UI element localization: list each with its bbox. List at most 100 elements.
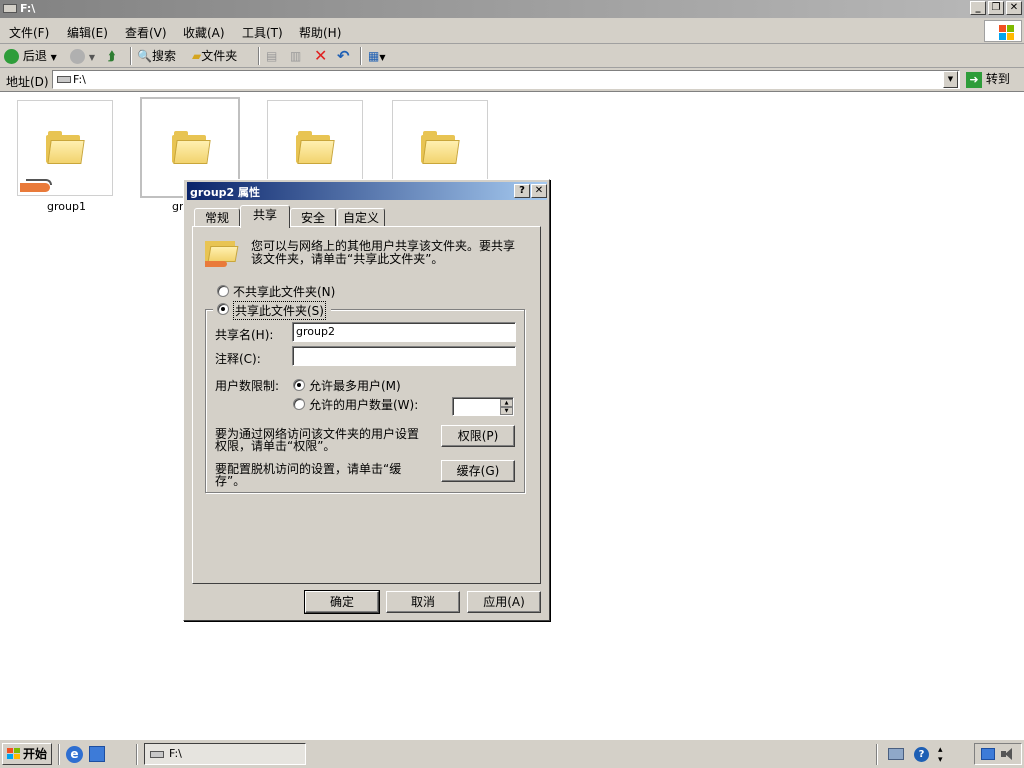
dialog-title-bar: group2 属性 ? ✕ [187, 182, 547, 200]
address-bar: 地址(D) F:\ ▼ ➜ 转到 [0, 68, 1024, 92]
help-button[interactable]: ? [514, 184, 530, 198]
allow-users-radio[interactable] [293, 398, 305, 410]
dialog-close-button[interactable]: ✕ [531, 184, 547, 198]
file-name[interactable]: group1 [47, 200, 86, 213]
start-button[interactable]: 开始 [2, 743, 52, 765]
menu-view[interactable]: 查看(V) [125, 24, 167, 41]
window-title: F:\ [20, 2, 36, 15]
menu-help[interactable]: 帮助(H) [299, 24, 341, 41]
search-icon: 🔍 [137, 49, 152, 63]
allow-users-label[interactable]: 允许的用户数量(W): [309, 396, 418, 413]
ok-button[interactable]: 确定 [304, 590, 380, 614]
taskbar-separator [876, 744, 878, 765]
forward-arrow-icon [70, 49, 85, 64]
folder-thumbnail[interactable] [17, 100, 113, 196]
back-button[interactable]: 后退 ▼ [4, 47, 57, 65]
comment-input[interactable] [292, 346, 516, 366]
folder-icon [172, 131, 211, 165]
folders-label: 文件夹 [201, 49, 238, 63]
show-desktop-icon[interactable] [89, 746, 105, 762]
go-arrow-icon: ➜ [966, 71, 982, 88]
menu-bar: 文件(F) 编辑(E) 查看(V) 收藏(A) 工具(T) 帮助(H) [0, 18, 1024, 44]
go-label: 转到 [985, 72, 1010, 86]
start-label: 开始 [23, 747, 48, 761]
folder-icon [421, 131, 460, 165]
drive-icon [3, 4, 17, 13]
help-tray-icon[interactable]: ? [914, 747, 929, 762]
sharing-tab-panel: 您可以与网络上的其他用户共享该文件夹。要共享 该文件夹，请单击“共享此文件夹”。… [192, 226, 541, 584]
minimize-button[interactable]: _ [970, 1, 986, 15]
menu-edit[interactable]: 编辑(E) [67, 24, 108, 41]
speaker-tray-icon[interactable] [1001, 747, 1015, 761]
windows-logo-icon [984, 20, 1022, 42]
user-limit-label: 用户数限制: [215, 379, 280, 393]
search-label: 搜索 [151, 49, 176, 63]
taskbar-item-explorer[interactable]: F:\ [144, 743, 306, 765]
back-arrow-icon [4, 49, 19, 64]
tray-expand-icon[interactable]: ▴ ▾ [938, 745, 943, 765]
copy-to-icon[interactable]: ▥ [290, 47, 301, 65]
views-icon[interactable]: ▦▼ [368, 47, 386, 65]
spinner-down-icon[interactable]: ▼ [500, 407, 513, 415]
toolbar-separator [258, 47, 260, 65]
apply-button[interactable]: 应用(A) [467, 591, 541, 613]
internet-explorer-icon[interactable]: e [66, 746, 83, 763]
drive-icon [150, 751, 164, 758]
taskbar-separator [136, 744, 138, 765]
menu-favorites[interactable]: 收藏(A) [183, 24, 225, 41]
folder-icon [296, 131, 335, 165]
dialog-title: group2 属性 [190, 186, 261, 199]
go-button[interactable]: ➜ 转到 [966, 70, 1010, 88]
search-button[interactable]: 🔍搜索 [137, 47, 176, 65]
undo-icon[interactable]: ↶ [337, 47, 350, 65]
tab-security[interactable]: 安全 [290, 208, 336, 227]
share-name-input[interactable]: group2 [292, 322, 516, 342]
monitor-tray-icon[interactable] [981, 748, 995, 760]
network-tray-icon[interactable] [888, 748, 904, 760]
maximize-button[interactable]: ❐ [988, 1, 1004, 15]
cache-button[interactable]: 缓存(G) [441, 460, 515, 482]
no-share-label[interactable]: 不共享此文件夹(N) [233, 283, 335, 300]
tab-general[interactable]: 常规 [194, 208, 240, 227]
cancel-button[interactable]: 取消 [386, 591, 460, 613]
toolbar-separator [360, 47, 362, 65]
share-name-label: 共享名(H): [215, 328, 274, 342]
close-button[interactable]: ✕ [1006, 1, 1022, 15]
menu-tools[interactable]: 工具(T) [242, 24, 283, 41]
folder-icon [46, 131, 85, 165]
permissions-button[interactable]: 权限(P) [441, 425, 515, 447]
forward-dropdown-icon[interactable]: ▼ [89, 53, 95, 62]
max-allowed-label[interactable]: 允许最多用户(M) [309, 377, 401, 394]
forward-button[interactable]: ▼ [70, 47, 95, 65]
address-dropdown-icon[interactable]: ▼ [943, 71, 958, 88]
spinner-up-icon[interactable]: ▲ [500, 399, 513, 407]
address-input[interactable]: F:\ [52, 70, 960, 89]
address-label: 地址(D) [6, 75, 49, 89]
file-name[interactable]: gr [172, 200, 184, 213]
back-label: 后退 [22, 49, 47, 63]
taskbar: 开始 e F:\ ? ▴ ▾ [0, 739, 1024, 768]
folder-icon: ▰ [192, 49, 202, 63]
share-label[interactable]: 共享此文件夹(S) [233, 301, 326, 320]
back-dropdown-icon[interactable]: ▼ [51, 53, 57, 62]
comment-label: 注释(C): [215, 352, 261, 366]
tab-sharing[interactable]: 共享 [240, 205, 290, 228]
share-radio[interactable] [217, 303, 229, 315]
no-share-radio[interactable] [217, 285, 229, 297]
toolbar-separator [130, 47, 132, 65]
folders-button[interactable]: ▰文件夹 [192, 47, 237, 65]
cache-text: 存”。 [215, 474, 246, 488]
window-title-bar: F:\ _ ❐ ✕ [0, 0, 1024, 18]
menu-file[interactable]: 文件(F) [9, 24, 49, 41]
delete-icon[interactable]: ✕ [314, 47, 327, 65]
taskbar-item-label: F:\ [169, 747, 182, 760]
permissions-text: 权限，请单击“权限”。 [215, 439, 336, 453]
max-allowed-radio[interactable] [293, 379, 305, 391]
tab-customize[interactable]: 自定义 [337, 208, 385, 227]
shared-hand-icon [20, 179, 56, 193]
system-tray [974, 743, 1022, 765]
up-folder-icon[interactable]: ⮭ [108, 47, 115, 65]
toolbar: 后退 ▼ ▼ ⮭ 🔍搜索 ▰文件夹 ▤ ▥ ✕ ↶ ▦▼ [0, 44, 1024, 68]
move-to-icon[interactable]: ▤ [266, 47, 277, 65]
windows-logo-icon [7, 748, 20, 760]
